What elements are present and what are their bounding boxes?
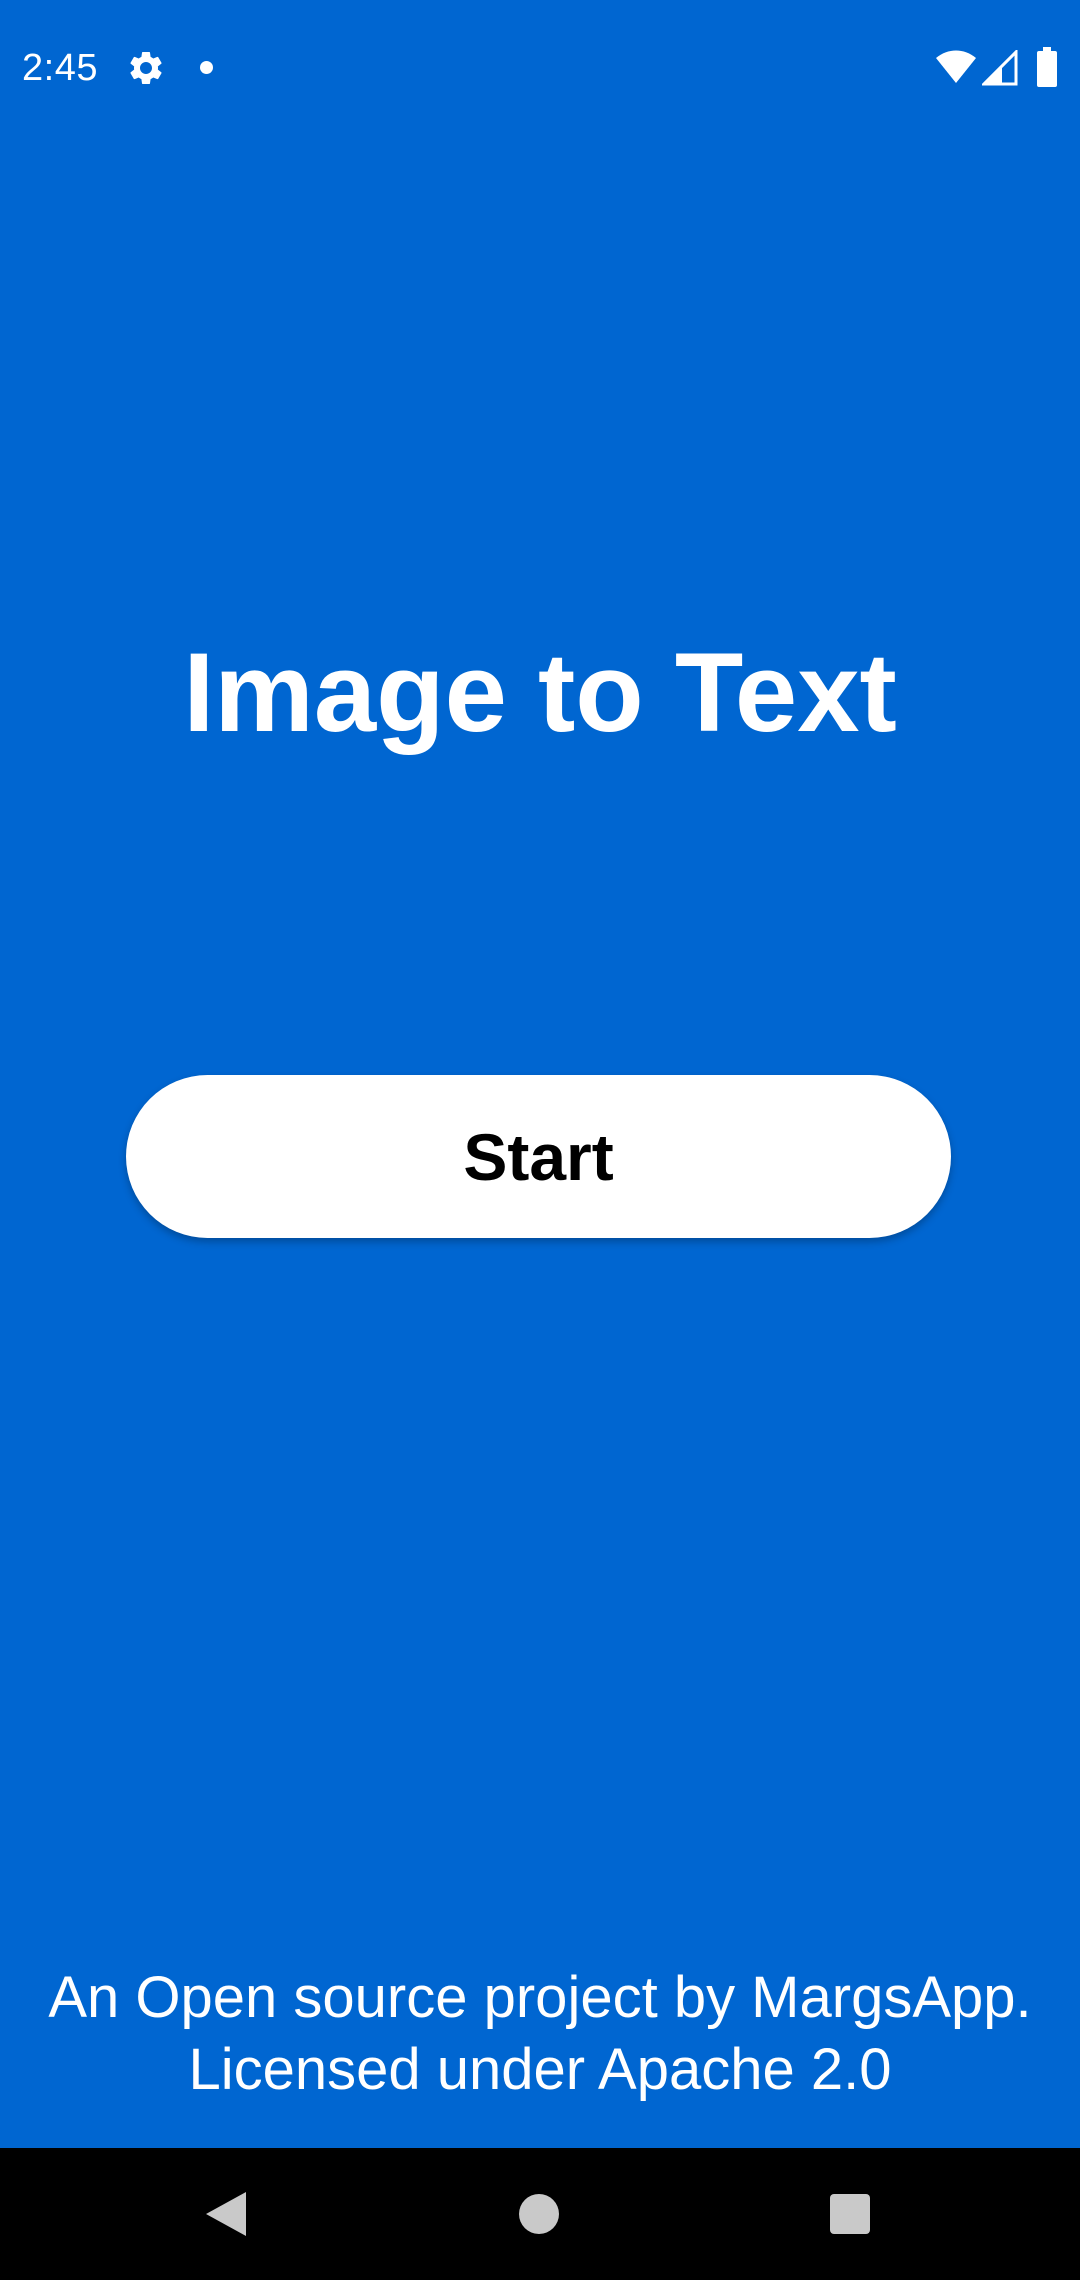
footer-credits: An Open source project by MargsApp. Lice… xyxy=(0,1962,1080,2106)
footer-line-project: An Open source project by MargsApp. xyxy=(48,1965,1032,2030)
start-button-label: Start xyxy=(463,1119,614,1194)
recents-icon[interactable] xyxy=(830,2194,870,2234)
gear-icon xyxy=(130,51,162,84)
navigation-bar xyxy=(0,2148,1080,2280)
back-icon[interactable] xyxy=(204,2190,248,2238)
start-button[interactable]: Start xyxy=(126,1075,951,1238)
status-bar: 2:45 xyxy=(0,0,1080,136)
wifi-icon xyxy=(936,50,976,83)
cellular-signal-icon xyxy=(982,50,1018,86)
status-time: 2:45 xyxy=(22,47,98,89)
home-icon[interactable] xyxy=(519,2194,559,2234)
footer-line-license: Licensed under Apache 2.0 xyxy=(188,2037,892,2102)
notification-dot-icon xyxy=(200,61,213,74)
app-title: Image to Text xyxy=(183,630,897,755)
battery-icon xyxy=(1037,47,1057,87)
